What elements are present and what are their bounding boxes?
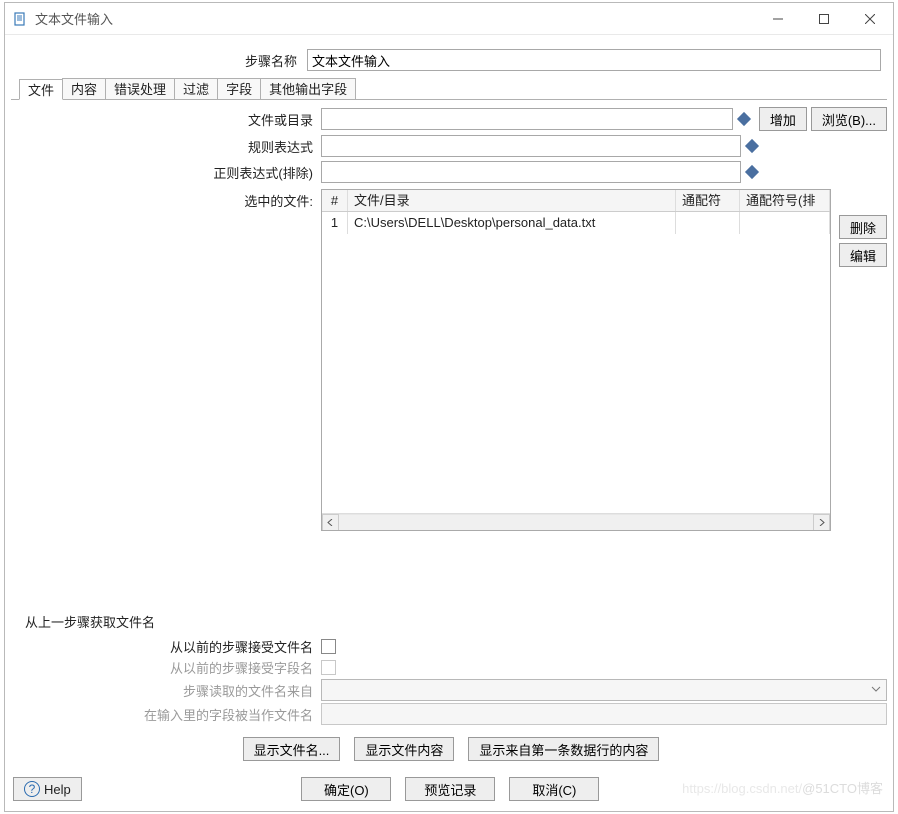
add-button[interactable]: 增加 — [759, 107, 807, 131]
accept-field-label: 从以前的步骤接受字段名 — [11, 658, 321, 677]
regex-label: 规则表达式 — [11, 137, 321, 156]
delete-button[interactable]: 删除 — [839, 215, 887, 239]
window-title: 文本文件输入 — [35, 9, 113, 28]
title-bar: 文本文件输入 — [5, 3, 893, 35]
file-grid[interactable]: # 文件/目录 通配符 通配符号(排 1 C:\Users\DELL\Deskt… — [321, 189, 831, 531]
cell-num: 1 — [322, 212, 348, 234]
help-icon: ? — [24, 781, 40, 797]
tab-additional-output[interactable]: 其他输出字段 — [260, 78, 356, 99]
cell-wildcard-exclude[interactable] — [740, 212, 830, 234]
bottom-bar: ? Help 确定(O) 预览记录 取消(C) — [5, 769, 893, 811]
horizontal-scrollbar[interactable] — [322, 513, 830, 530]
col-wildcard[interactable]: 通配符 — [676, 190, 740, 211]
step-source-select — [321, 679, 887, 701]
input-field-input — [321, 703, 887, 725]
col-num[interactable]: # — [322, 190, 348, 211]
browse-button[interactable]: 浏览(B)... — [811, 107, 887, 131]
grid-body[interactable]: 1 C:\Users\DELL\Desktop\personal_data.tx… — [322, 212, 830, 513]
show-filenames-button[interactable]: 显示文件名... — [243, 737, 341, 761]
minimize-button[interactable] — [755, 3, 801, 35]
grid-header: # 文件/目录 通配符 通配符号(排 — [322, 190, 830, 212]
variable-icon[interactable] — [737, 112, 751, 126]
cell-wildcard[interactable] — [676, 212, 740, 234]
dialog-window: 文本文件输入 步骤名称 文件 内容 错误处理 过滤 字段 其他输出字段 文件或目… — [4, 2, 894, 812]
maximize-button[interactable] — [801, 3, 847, 35]
tab-error-handling[interactable]: 错误处理 — [105, 78, 175, 99]
show-content-button[interactable]: 显示文件内容 — [354, 737, 454, 761]
cancel-button[interactable]: 取消(C) — [509, 777, 599, 801]
scroll-right-icon[interactable] — [813, 514, 830, 531]
chevron-down-icon — [870, 683, 882, 698]
scroll-left-icon[interactable] — [322, 514, 339, 531]
file-or-dir-label: 文件或目录 — [11, 110, 321, 129]
table-row[interactable]: 1 C:\Users\DELL\Desktop\personal_data.tx… — [322, 212, 830, 234]
help-button[interactable]: ? Help — [13, 777, 82, 801]
regex-excl-input[interactable] — [321, 161, 741, 183]
edit-button[interactable]: 编辑 — [839, 243, 887, 267]
preview-button[interactable]: 预览记录 — [405, 777, 495, 801]
col-path[interactable]: 文件/目录 — [348, 190, 676, 211]
ok-button[interactable]: 确定(O) — [301, 777, 391, 801]
step-source-label: 步骤读取的文件名来自 — [11, 681, 321, 700]
accept-filename-label: 从以前的步骤接受文件名 — [11, 637, 321, 656]
col-wildcard-exclude[interactable]: 通配符号(排 — [740, 190, 830, 211]
file-or-dir-input[interactable] — [321, 108, 733, 130]
tab-fields[interactable]: 字段 — [217, 78, 261, 99]
input-field-label: 在输入里的字段被当作文件名 — [11, 705, 321, 724]
accept-filename-checkbox[interactable] — [321, 639, 336, 654]
regex-input[interactable] — [321, 135, 741, 157]
from-prev-section-label: 从上一步骤获取文件名 — [11, 602, 887, 635]
show-first-row-button[interactable]: 显示来自第一条数据行的内容 — [468, 737, 659, 761]
tab-filter[interactable]: 过滤 — [174, 78, 218, 99]
tab-strip: 文件 内容 错误处理 过滤 字段 其他输出字段 — [11, 78, 887, 100]
step-name-input[interactable] — [307, 49, 881, 71]
variable-icon[interactable] — [745, 165, 759, 179]
step-name-label: 步骤名称 — [17, 51, 307, 70]
tab-content[interactable]: 内容 — [62, 78, 106, 99]
file-tab-panel: 文件或目录 增加 浏览(B)... 规则表达式 正则表达式(排除) 选中的文件:… — [5, 99, 893, 769]
selected-files-label: 选中的文件: — [11, 189, 321, 210]
accept-field-checkbox — [321, 660, 336, 675]
cell-path[interactable]: C:\Users\DELL\Desktop\personal_data.txt — [348, 212, 676, 234]
app-icon — [13, 11, 29, 27]
close-button[interactable] — [847, 3, 893, 35]
help-label: Help — [44, 782, 71, 797]
variable-icon[interactable] — [745, 139, 759, 153]
step-name-row: 步骤名称 — [5, 35, 893, 77]
tab-file[interactable]: 文件 — [19, 79, 63, 100]
regex-excl-label: 正则表达式(排除) — [11, 163, 321, 182]
